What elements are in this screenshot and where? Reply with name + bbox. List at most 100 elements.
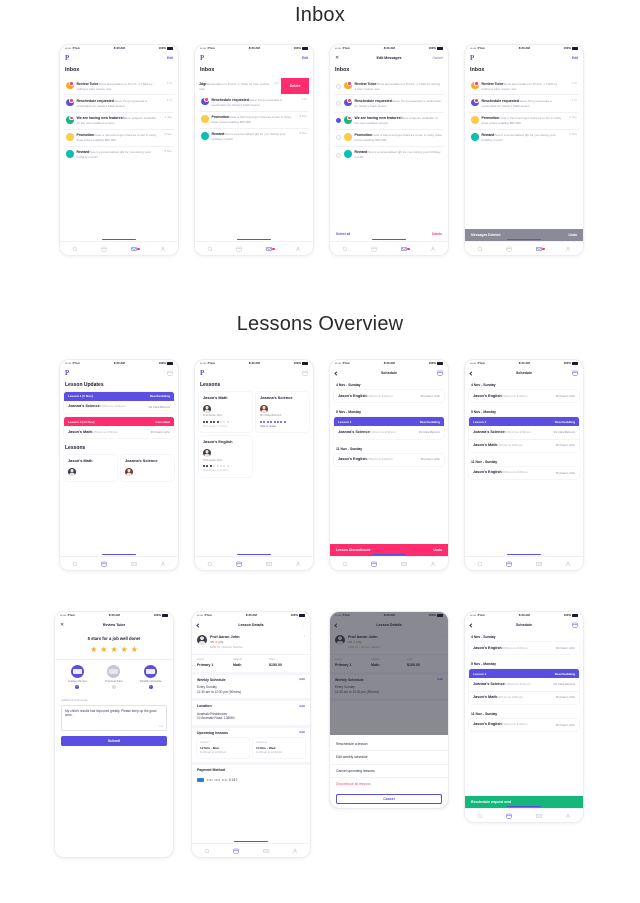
lesson-row[interactable]: Jason's English3:00 pm to 4:00 pm Prof A…: [334, 453, 444, 466]
star-icon[interactable]: ★: [110, 645, 117, 654]
edit-button[interactable]: Edit: [302, 56, 308, 60]
tab-search[interactable]: [195, 246, 225, 252]
tab-inbox[interactable]: [254, 246, 284, 252]
back-icon[interactable]: [196, 623, 201, 628]
cancel-button[interactable]: Cancel: [336, 794, 442, 804]
list-item[interactable]: PromotionInvite a friend and get chances…: [199, 112, 309, 129]
message-list[interactable]: Review TutorShow appreciation to Prof A.…: [465, 78, 583, 146]
tab-inbox[interactable]: [254, 561, 284, 567]
tab-profile[interactable]: [149, 561, 179, 567]
tab-bar[interactable]: [195, 241, 313, 255]
tab-bar[interactable]: [192, 843, 310, 857]
tab-profile[interactable]: [149, 246, 179, 252]
edit-button[interactable]: Edit: [300, 730, 305, 735]
calendar-icon[interactable]: [302, 370, 308, 377]
tab-profile[interactable]: [284, 561, 314, 567]
upcoming-lesson-card[interactable]: Lesson 7 12 Nov - Mon 11:30 am to 12:30 …: [197, 738, 249, 758]
payment-card[interactable]: •••• •••• •••• 6182: [192, 775, 310, 786]
tab-inbox[interactable]: [119, 246, 149, 252]
lesson-row[interactable]: Joanna's Science1:00 pm to 2:30 pm Ms Cl…: [469, 678, 579, 691]
lesson-card[interactable]: Jason's Math Prof Aaron John Next lesson…: [199, 391, 252, 433]
tab-search[interactable]: [465, 246, 495, 252]
list-item[interactable]: We are having new features!More subjects…: [64, 113, 174, 130]
select-checkbox[interactable]: [336, 152, 341, 158]
tab-profile[interactable]: [554, 813, 584, 819]
action-edit-weekly-schedule[interactable]: Edit weekly schedule: [330, 751, 448, 765]
undo-button[interactable]: Undo: [433, 548, 442, 553]
tab-lessons[interactable]: [225, 246, 255, 252]
calendar-icon[interactable]: [437, 370, 443, 377]
lesson-card[interactable]: Joanna's Science: [121, 455, 174, 482]
tab-profile[interactable]: [281, 848, 311, 854]
list-item[interactable]: Review TutorShow appreciation to Prof A.…: [334, 78, 444, 96]
lesson-card-footer[interactable]: Click to review: [260, 425, 305, 428]
calendar-icon[interactable]: [572, 622, 578, 629]
lesson-row[interactable]: Jason's English3:00 pm to 4:00 pm Prof A…: [469, 390, 579, 403]
tab-lessons[interactable]: [90, 246, 120, 252]
schedule-card[interactable]: Lesson 1 Rescheduling Joanna's Science1:…: [469, 669, 579, 704]
tab-search[interactable]: [465, 813, 495, 819]
badge-punctual-tutor[interactable]: Punctual Tutor ✓: [97, 664, 130, 690]
schedule-card[interactable]: Jason's English3:00 pm to 4:00 pm Prof A…: [469, 390, 579, 403]
tab-search[interactable]: [60, 246, 90, 252]
tab-search[interactable]: [195, 561, 225, 567]
tab-bar[interactable]: [60, 556, 178, 570]
list-item[interactable]: Reschedule requestedJason Teng requested…: [64, 95, 174, 113]
tab-inbox[interactable]: [251, 848, 281, 854]
schedule-card[interactable]: Lesson 1 Rescheduling Joanna's Science1:…: [469, 417, 579, 452]
back-icon[interactable]: [334, 371, 339, 376]
edit-button[interactable]: Edit: [300, 704, 305, 709]
tab-bar[interactable]: [465, 241, 583, 255]
lesson-card[interactable]: Joanna's Science Ms Clara Belmont Click …: [256, 391, 309, 433]
list-item[interactable]: We are having new features!More subjects…: [334, 113, 444, 130]
edit-button[interactable]: Edit: [300, 677, 305, 682]
lesson-row[interactable]: Joanna's Science1:00 pm to 2:30 pm Ms Cl…: [64, 400, 174, 414]
list-item[interactable]: Reschedule requestedJason Teng requested…: [334, 95, 444, 113]
tab-lessons[interactable]: [495, 813, 525, 819]
undo-button[interactable]: Undo: [568, 233, 577, 238]
lesson-row[interactable]: Jason's Math2:00 pm to 3:00 pm Prof Aaro…: [469, 690, 579, 704]
list-item[interactable]: RewardHere's a personalised gift for you…: [469, 130, 579, 146]
tab-search[interactable]: [330, 246, 360, 252]
lesson-row[interactable]: Jason's English3:00 pm to 4:00 pm Prof A…: [469, 718, 579, 731]
tab-lessons[interactable]: [495, 561, 525, 567]
tab-search[interactable]: [465, 561, 495, 567]
tab-lessons[interactable]: [360, 246, 390, 252]
swiped-row[interactable]: Jdgrappreciation to Prof A. J. Halls by …: [199, 78, 309, 95]
tab-bar[interactable]: [330, 241, 448, 255]
tab-inbox[interactable]: [524, 561, 554, 567]
tab-inbox[interactable]: [119, 561, 149, 567]
select-checkbox[interactable]: [336, 135, 341, 141]
star-icon[interactable]: ★: [121, 645, 128, 654]
star-icon[interactable]: ★: [90, 645, 97, 654]
tab-profile[interactable]: [554, 561, 584, 567]
lesson-card[interactable]: Jason's English Prof Aaron John Next les…: [199, 436, 252, 477]
tab-inbox[interactable]: [524, 246, 554, 252]
tab-profile[interactable]: [419, 246, 449, 252]
lesson-update-card[interactable]: Lesson 1 (5 Nov) Rescheduling Joanna's S…: [64, 391, 174, 414]
list-item[interactable]: Review TutorShow appreciation to Prof A.…: [64, 78, 174, 96]
badge-grades-climber[interactable]: Grades Climber ✓: [61, 664, 94, 690]
tab-bar[interactable]: [465, 808, 583, 822]
select-all-button[interactable]: Select all: [336, 232, 350, 236]
tab-lessons[interactable]: [360, 561, 390, 567]
tab-search[interactable]: [60, 561, 90, 567]
action-discontinue-all-lessons[interactable]: Discontinue all lessons: [330, 778, 448, 791]
list-item[interactable]: Reschedule requestedJason Teng requested…: [469, 95, 579, 113]
back-icon[interactable]: [469, 623, 474, 628]
chevron-right-icon[interactable]: ›: [304, 633, 305, 638]
lesson-row[interactable]: Jason's Math2:00 pm to 3:00 pm Prof Aaro…: [469, 438, 579, 452]
delete-button[interactable]: Delete: [432, 232, 442, 236]
schedule-card[interactable]: Jason's English3:00 pm to 4:00 pm Prof A…: [469, 642, 579, 655]
list-item[interactable]: Reschedule requestedJason Teng requested…: [199, 94, 309, 112]
back-icon[interactable]: [469, 371, 474, 376]
list-item[interactable]: Review TutorShow appreciation to Prof A.…: [469, 78, 579, 96]
schedule-card[interactable]: Lesson 1 Rescheduling Joanna's Science1:…: [334, 417, 444, 439]
schedule-card[interactable]: Jason's English3:00 pm to 4:00 pm Prof A…: [469, 466, 579, 479]
badge-reliable-schedule[interactable]: Reliable Schedule ✓: [134, 664, 167, 690]
comments-input[interactable]: My child's results has improved greatly.…: [61, 705, 167, 732]
lesson-row[interactable]: Joanna's Science1:00 pm to 2:30 pm Ms Cl…: [334, 426, 444, 439]
tab-inbox[interactable]: [389, 561, 419, 567]
list-item[interactable]: Jdgrappreciation to Prof A. J. Halls by …: [199, 78, 281, 94]
tab-profile[interactable]: [419, 561, 449, 567]
